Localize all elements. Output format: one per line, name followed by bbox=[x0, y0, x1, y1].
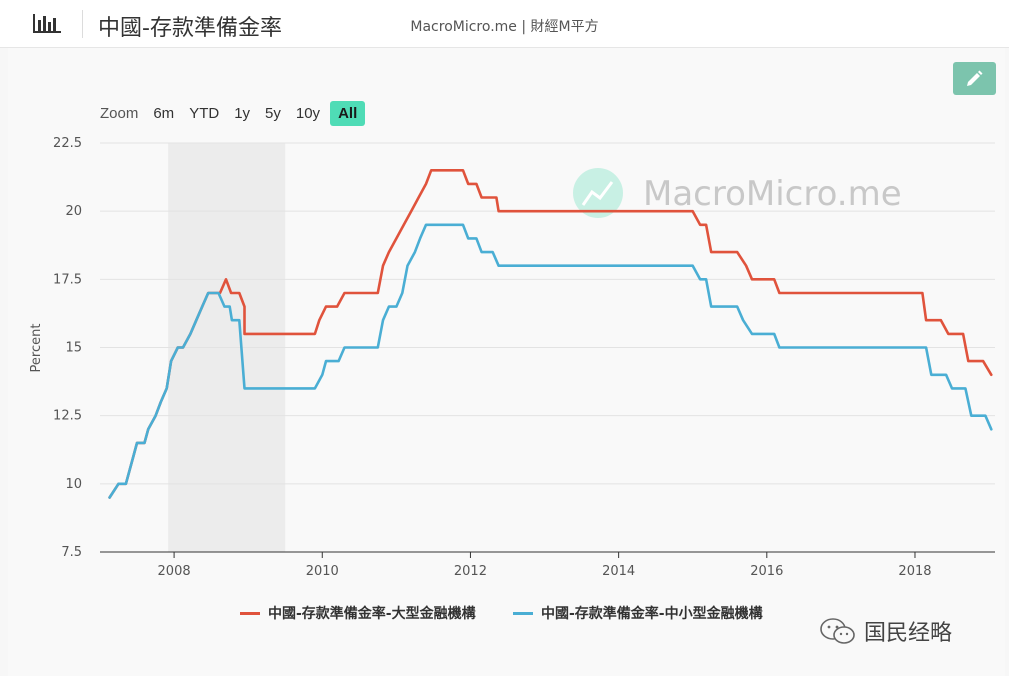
legend-item-small[interactable]: 中國-存款準備金率-中小型金融機構 bbox=[513, 603, 763, 623]
x-tick-label: 2012 bbox=[454, 564, 487, 579]
x-tick-label: 2014 bbox=[602, 564, 635, 579]
y-tick-label: 17.5 bbox=[53, 272, 82, 287]
x-tick-label: 2008 bbox=[158, 564, 191, 579]
x-tick-label: 2018 bbox=[898, 564, 931, 579]
legend-label-small: 中國-存款準備金率-中小型金融機構 bbox=[541, 606, 763, 622]
y-tick-label: 7.5 bbox=[61, 545, 82, 560]
x-tick-label: 2016 bbox=[750, 564, 783, 579]
legend-swatch-small bbox=[513, 611, 533, 615]
y-tick-label: 10 bbox=[65, 477, 82, 492]
legend-label-large: 中國-存款準備金率-大型金融機構 bbox=[268, 606, 476, 622]
legend-swatch-large bbox=[240, 611, 260, 615]
y-tick-label: 15 bbox=[65, 341, 82, 356]
zoom-5y-button[interactable]: 5y bbox=[260, 102, 286, 125]
chart-source-label: MacroMicro.me | 財經M平方 bbox=[410, 19, 599, 35]
edit-button[interactable] bbox=[953, 62, 996, 95]
y-tick-label: 22.5 bbox=[53, 136, 82, 151]
watermark-text: MacroMicro.me bbox=[643, 174, 902, 214]
x-tick-label: 2010 bbox=[306, 564, 339, 579]
zoom-10y-button[interactable]: 10y bbox=[291, 102, 325, 125]
zoom-ytd-button[interactable]: YTD bbox=[184, 102, 224, 125]
zoom-selector: Zoom 6m YTD 1y 5y 10y All bbox=[100, 100, 370, 126]
wechat-account: 国民经略 bbox=[818, 616, 952, 646]
zoom-label: Zoom bbox=[100, 104, 139, 122]
pencil-icon bbox=[967, 70, 983, 86]
wechat-account-name: 国民经略 bbox=[864, 621, 953, 646]
zoom-6m-button[interactable]: 6m bbox=[148, 102, 179, 125]
zoom-1y-button[interactable]: 1y bbox=[229, 102, 255, 125]
wechat-icon bbox=[820, 618, 855, 644]
y-tick-label: 20 bbox=[65, 204, 82, 219]
legend-item-large[interactable]: 中國-存款準備金率-大型金融機構 bbox=[240, 603, 476, 623]
y-tick-label: 12.5 bbox=[53, 409, 82, 424]
y-axis-label: Percent bbox=[29, 324, 44, 373]
zoom-all-button[interactable]: All bbox=[330, 100, 366, 126]
